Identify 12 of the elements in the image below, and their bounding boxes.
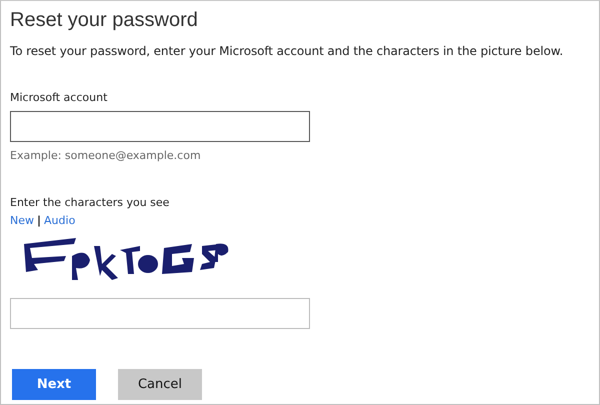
account-field[interactable] xyxy=(10,110,310,142)
next-button[interactable]: Next xyxy=(12,369,96,400)
field-label: Microsoft account xyxy=(10,90,108,106)
answer-field[interactable] xyxy=(10,298,310,329)
link[interactable]: New xyxy=(10,212,34,229)
cancel-button[interactable]: Cancel xyxy=(118,369,202,400)
link[interactable]: Audio xyxy=(44,212,76,229)
field-label: Enter the characters you see xyxy=(10,195,170,211)
page-title: Reset your password xyxy=(10,8,199,33)
separator-text: | xyxy=(37,212,42,229)
instructions-text: To reset your password, enter your Microsoft account and the characters in the picture below. xyxy=(10,43,564,60)
hint-text: Example: someone@example.com xyxy=(10,148,202,164)
